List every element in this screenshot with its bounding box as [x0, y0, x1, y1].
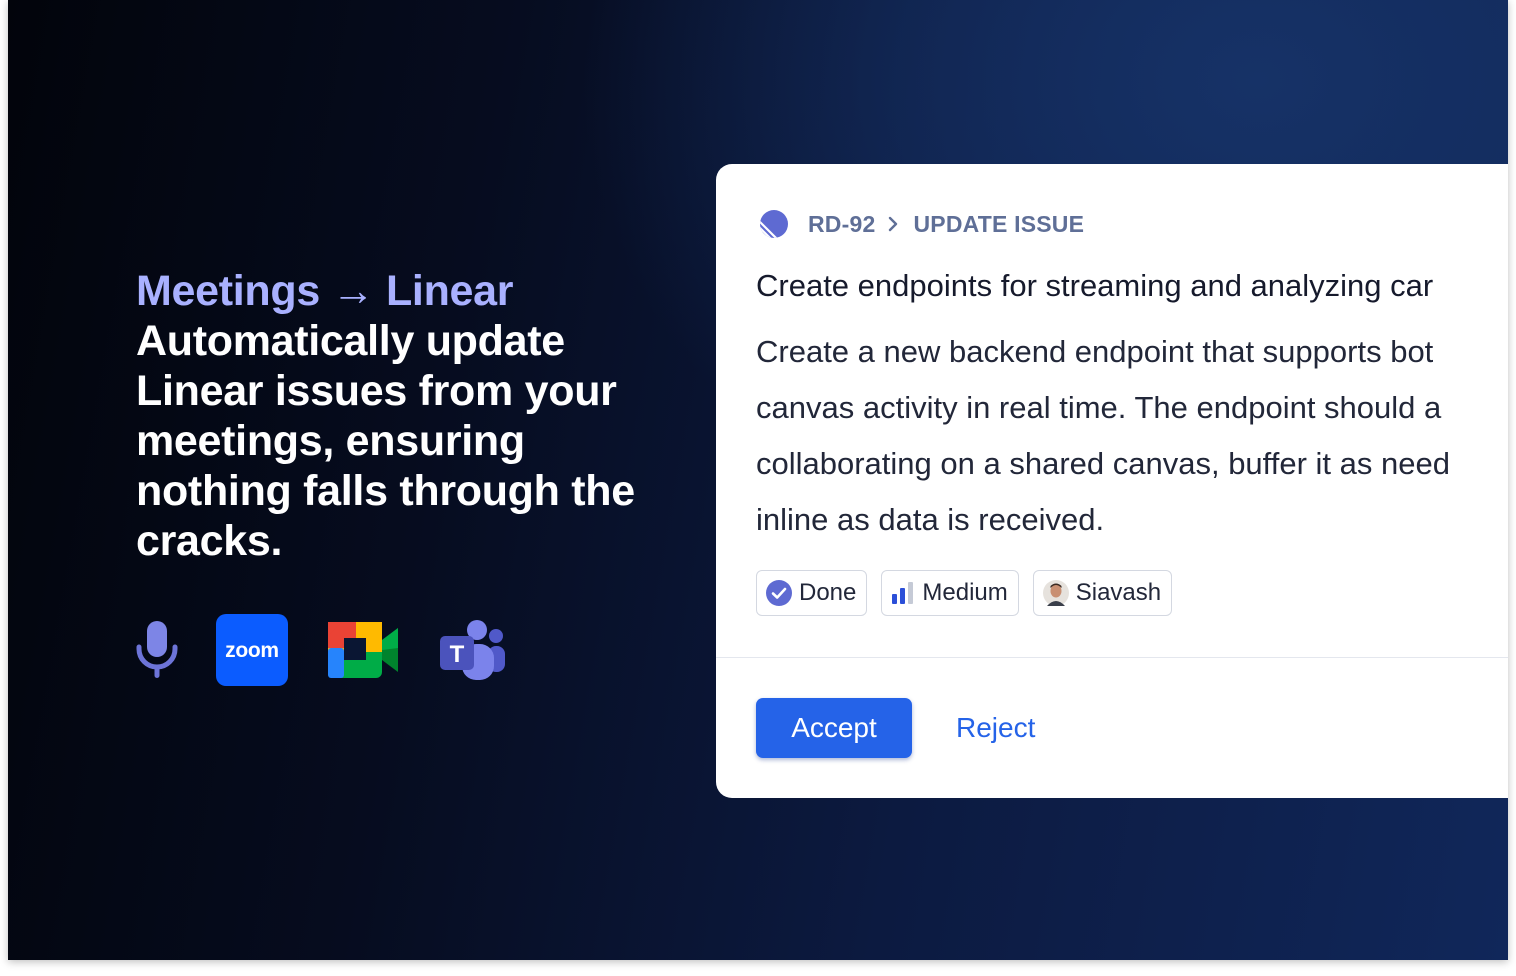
- issue-description-line: Create a new backend endpoint that suppo…: [756, 334, 1434, 369]
- accept-button[interactable]: Accept: [756, 698, 912, 758]
- linear-logo-icon: [758, 208, 790, 240]
- priority-label: Medium: [922, 579, 1008, 606]
- teams-logo-letter: T: [450, 641, 465, 668]
- issue-description: Create a new backend endpoint that suppo…: [756, 324, 1508, 548]
- issue-update-card: RD-92 UPDATE ISSUE Create endpoints for …: [716, 164, 1508, 798]
- reject-button[interactable]: Reject: [944, 698, 1047, 758]
- card-divider: [716, 657, 1508, 658]
- hero-banner: Meetings → Linear Automatically update L…: [8, 0, 1508, 960]
- issue-description-line: canvas activity in real time. The endpoi…: [756, 390, 1442, 425]
- microphone-icon: [136, 619, 178, 686]
- microsoft-teams-icon: T: [438, 618, 506, 687]
- breadcrumb: RD-92 UPDATE ISSUE: [758, 208, 1084, 240]
- issue-description-line: collaborating on a shared canvas, buffer…: [756, 446, 1450, 481]
- zoom-icon: zoom: [216, 613, 288, 691]
- check-circle-icon: [766, 580, 792, 606]
- breadcrumb-action: UPDATE ISSUE: [913, 210, 1085, 237]
- issue-properties: Done Medium Siavash: [756, 570, 1186, 616]
- issue-title: Create endpoints for streaming and analy…: [756, 268, 1434, 303]
- chevron-right-icon: [887, 216, 899, 232]
- status-label: Done: [799, 579, 857, 606]
- issue-description-line: inline as data is received.: [756, 502, 1105, 537]
- assignee-label: Siavash: [1075, 579, 1162, 606]
- avatar: [1042, 580, 1069, 606]
- hero-accent-line: Meetings → Linear: [136, 267, 514, 315]
- zoom-logo-text: zoom: [225, 639, 279, 662]
- hero-headline-text: Automatically update Linear issues from …: [136, 317, 635, 565]
- status-chip[interactable]: Done: [756, 570, 868, 616]
- priority-bars-icon: [892, 582, 914, 604]
- assignee-chip[interactable]: Siavash: [1032, 570, 1173, 616]
- hero-headline: Meetings → Linear Automatically update L…: [136, 266, 656, 566]
- google-meet-icon: [326, 618, 400, 687]
- issue-id[interactable]: RD-92: [808, 211, 875, 238]
- priority-chip[interactable]: Medium: [881, 570, 1019, 616]
- integration-icons: zoom T: [136, 613, 506, 691]
